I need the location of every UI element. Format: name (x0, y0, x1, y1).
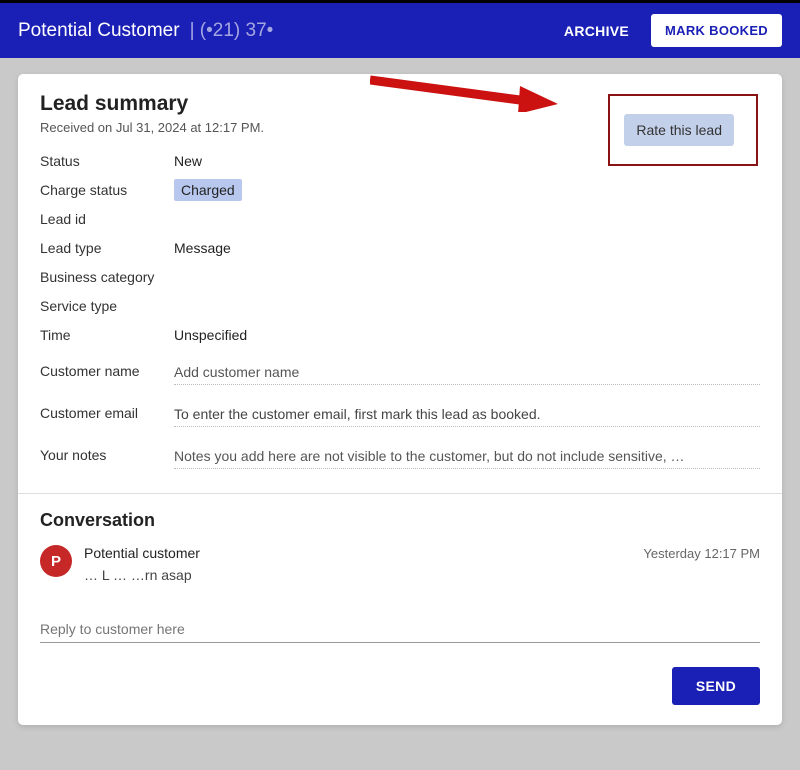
rate-lead-highlight-box: Rate this lead (608, 94, 758, 166)
archive-link[interactable]: ARCHIVE (564, 23, 629, 39)
service-type-label: Service type (40, 298, 170, 314)
message-timestamp: Yesterday 12:17 PM (643, 546, 760, 561)
your-notes-input[interactable] (174, 440, 760, 469)
lead-card: Rate this lead Lead summary Received on … (18, 74, 782, 725)
header-actions: ARCHIVE MARK BOOKED (564, 14, 782, 47)
conversation-title: Conversation (40, 510, 760, 531)
page-header: Potential Customer | (•21) 37• ARCHIVE M… (0, 0, 800, 58)
send-row: SEND (40, 667, 760, 705)
header-title-block: Potential Customer | (•21) 37• (18, 20, 273, 42)
customer-email-label: Customer email (40, 405, 170, 421)
charge-status-value: Charged (174, 182, 760, 198)
conversation-section: Conversation P Potential customer Yester… (18, 493, 782, 725)
message-item: P Potential customer Yesterday 12:17 PM … (40, 545, 760, 583)
time-value: Unspecified (174, 327, 760, 343)
customer-name-label: Customer name (40, 363, 170, 379)
message-body: Potential customer Yesterday 12:17 PM … … (84, 545, 760, 583)
send-button[interactable]: SEND (672, 667, 760, 705)
message-header: Potential customer Yesterday 12:17 PM (84, 545, 760, 561)
business-category-label: Business category (40, 269, 170, 285)
lead-id-label: Lead id (40, 211, 170, 227)
charged-badge: Charged (174, 179, 242, 201)
customer-name-input[interactable] (174, 356, 760, 385)
status-label: Status (40, 153, 170, 169)
lead-type-value: Message (174, 240, 760, 256)
summary-fields: Status New Charge status Charged Lead id… (40, 153, 760, 469)
message-text: … L … …rn asap (84, 567, 760, 583)
charge-status-label: Charge status (40, 182, 170, 198)
sender-name: Potential customer (84, 545, 200, 561)
phone-display: | (•21) 37• (190, 20, 274, 42)
customer-label: Potential Customer (18, 20, 180, 42)
avatar: P (40, 545, 72, 577)
your-notes-label: Your notes (40, 447, 170, 463)
reply-input[interactable] (40, 611, 760, 643)
lead-type-label: Lead type (40, 240, 170, 256)
mark-booked-button[interactable]: MARK BOOKED (651, 14, 782, 47)
customer-email-hint: To enter the customer email, first mark … (174, 398, 760, 427)
rate-this-lead-button[interactable]: Rate this lead (624, 114, 734, 146)
lead-summary-section: Rate this lead Lead summary Received on … (18, 74, 782, 493)
time-label: Time (40, 327, 170, 343)
